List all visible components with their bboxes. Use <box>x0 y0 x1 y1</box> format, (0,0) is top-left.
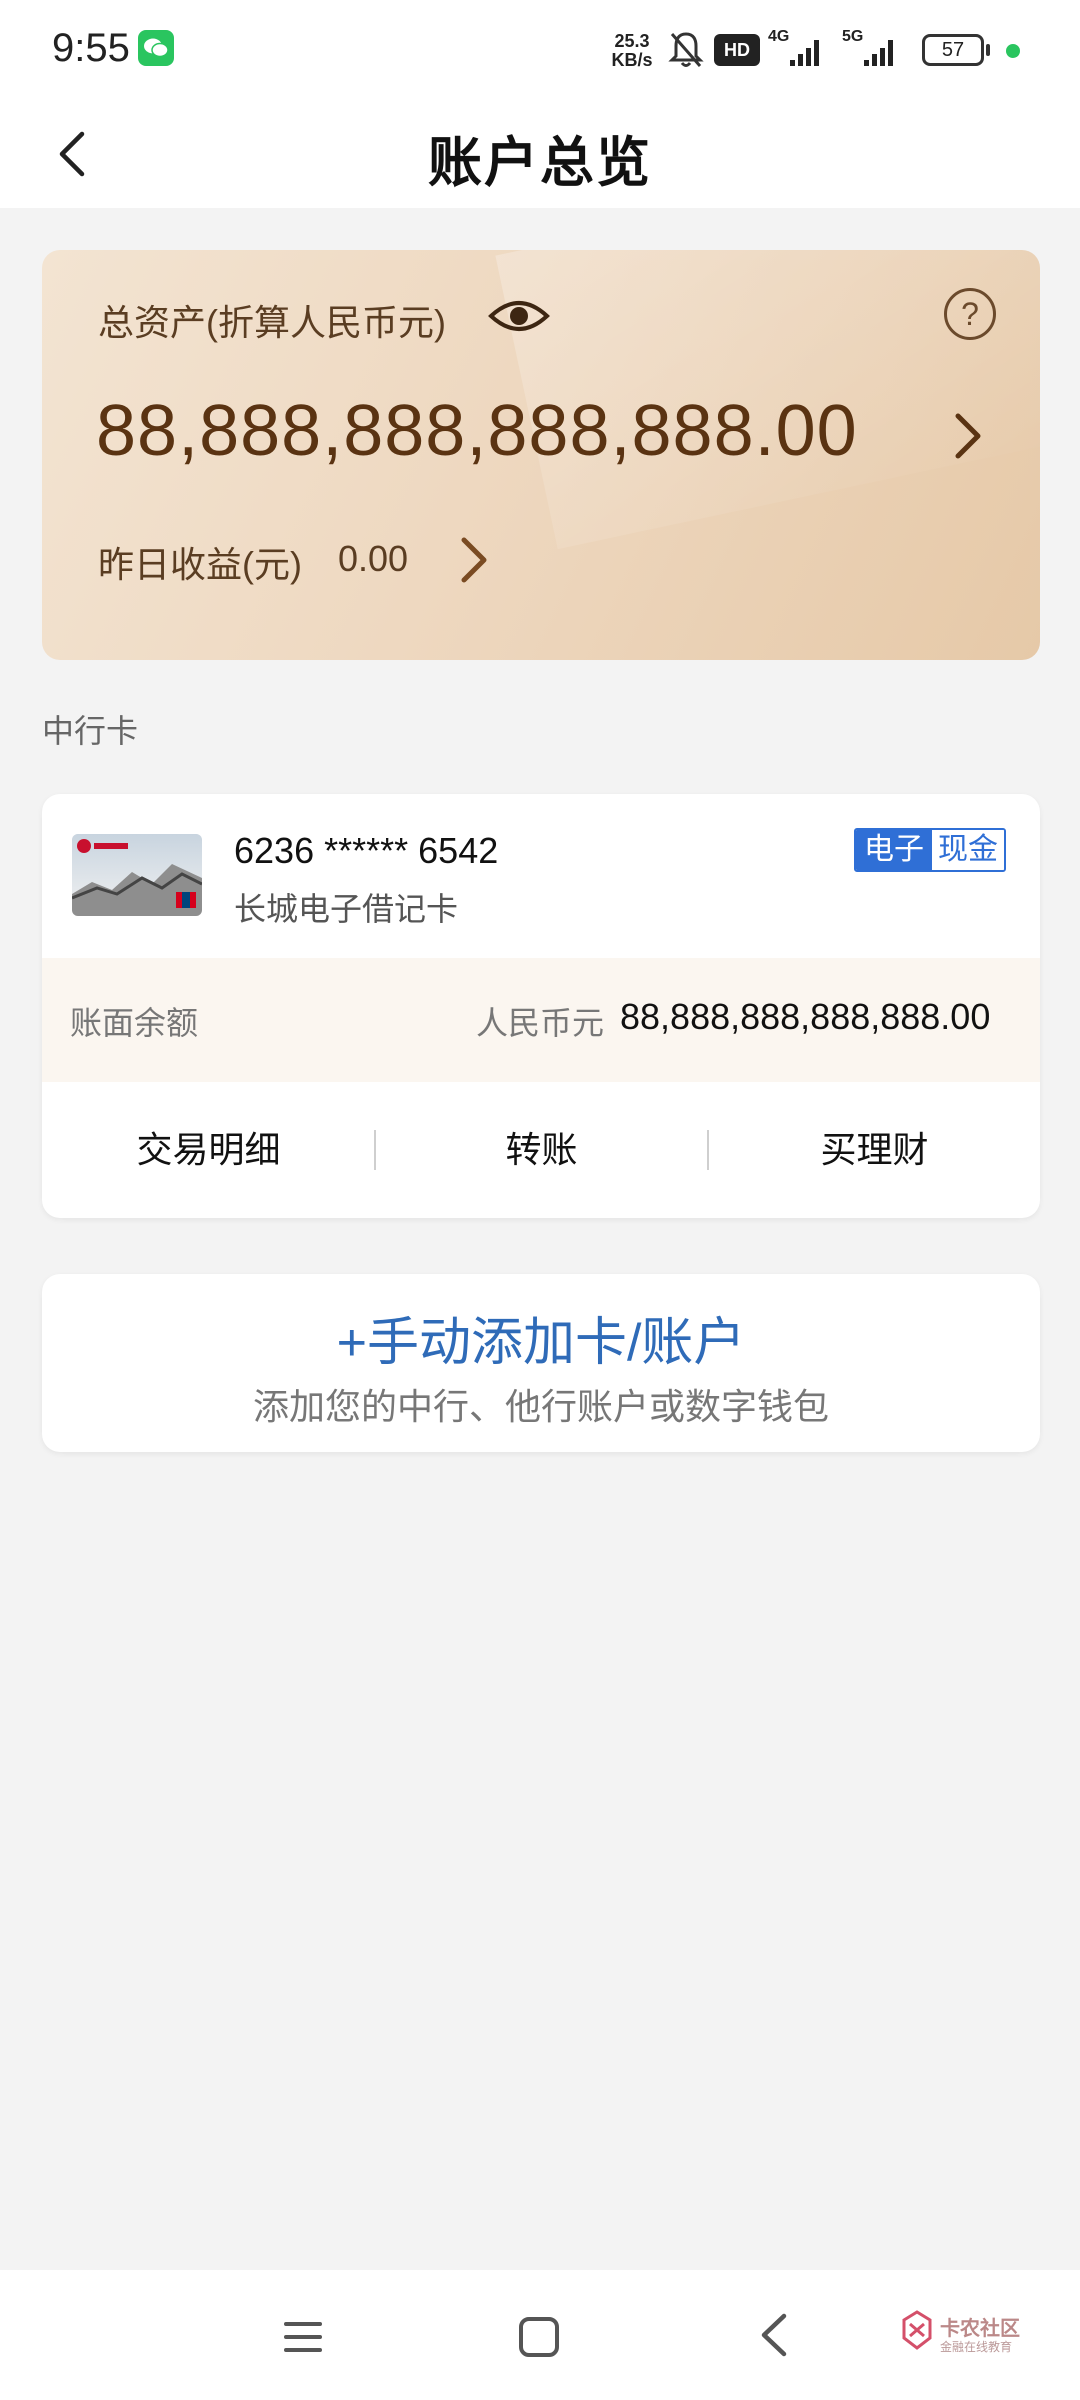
balance-currency: 人民币元 <box>476 1005 605 1041</box>
status-bar: 9:55 25.3 KB/s HD 4G 5G 57 <box>0 0 1080 100</box>
eye-icon[interactable] <box>488 294 550 343</box>
app-root: 9:55 25.3 KB/s HD 4G 5G 57 账户总览 总资产(折算人民… <box>0 0 1080 2400</box>
add-account-subtitle: 添加您的中行、他行账户或数字钱包 <box>252 1386 829 1427</box>
battery-icon: 57 <box>922 34 984 66</box>
income-chevron-right-icon[interactable] <box>456 532 492 593</box>
help-icon[interactable]: ? <box>944 288 996 340</box>
buy-wealth-management-button[interactable]: 买理财 <box>708 1082 1040 1218</box>
mute-icon <box>668 30 704 75</box>
watermark-icon <box>902 2310 932 2350</box>
total-assets-card[interactable]: 总资产(折算人民币元) ? 88,888,888,888,888.00 昨日收益… <box>42 250 1040 660</box>
menu-icon[interactable] <box>282 2316 324 2363</box>
total-assets-amount: 88,888,888,888,888.00 <box>96 391 858 471</box>
card-number: 6236 ****** 6542 <box>234 830 499 871</box>
home-icon[interactable] <box>516 2314 562 2365</box>
nav-back-icon[interactable] <box>754 2310 794 2365</box>
status-time: 9:55 <box>52 26 130 70</box>
signal-icon-4g: 4G <box>768 28 832 75</box>
add-account-card[interactable]: +手动添加卡/账户 添加您的中行、他行账户或数字钱包 <box>42 1274 1040 1452</box>
signal-5g-label: 5G <box>842 28 864 45</box>
header: 账户总览 <box>0 100 1080 208</box>
page-title: 账户总览 <box>428 133 652 193</box>
total-assets-label: 总资产(折算人民币元) <box>98 302 446 343</box>
add-account-title: +手动添加卡/账户 <box>336 1314 746 1372</box>
signal-icon-5g: 5G <box>842 28 906 75</box>
e-cash-badge-part2: 现金 <box>932 830 1004 870</box>
signal-4g-label: 4G <box>768 28 790 45</box>
card-actions: 交易明细 转账 买理财 <box>42 1082 1040 1218</box>
section-title: 中行卡 <box>42 713 139 749</box>
net-speed: 25.3 KB/s <box>606 32 658 70</box>
watermark-logo: 卡农社区 金融在线教育 <box>900 2306 1040 2362</box>
card-type: 长城电子借记卡 <box>234 891 459 927</box>
hd-badge: HD <box>714 34 760 66</box>
net-speed-value: 25.3 <box>614 31 650 51</box>
watermark-subtext: 金融在线教育 <box>940 2340 1013 2354</box>
battery-tip <box>986 44 990 56</box>
yesterday-income-label: 昨日收益(元) <box>98 544 302 585</box>
card-thumbnail <box>72 834 202 916</box>
net-speed-unit: KB/s <box>611 50 653 70</box>
watermark-text: 卡农社区 <box>940 2318 1020 2340</box>
yesterday-income-value: 0.00 <box>338 538 409 579</box>
balance-row: 账面余额 人民币元 88,888,888,888,888.00 <box>42 958 1040 1082</box>
wechat-icon <box>138 30 174 66</box>
bank-card[interactable]: 6236 ****** 6542 长城电子借记卡 电子 现金 账面余额 人民币元… <box>42 794 1040 1218</box>
balance-amount: 88,888,888,888,888.00 <box>620 996 991 1037</box>
privacy-indicator-dot <box>1006 44 1020 58</box>
transaction-details-button[interactable]: 交易明细 <box>42 1082 375 1218</box>
e-cash-badge: 电子 现金 <box>854 828 1006 872</box>
transfer-button[interactable]: 转账 <box>375 1082 708 1218</box>
chevron-right-icon[interactable] <box>950 408 986 469</box>
balance-label: 账面余额 <box>70 1005 199 1041</box>
system-nav-bar: 卡农社区 金融在线教育 <box>0 2270 1080 2400</box>
e-cash-badge-part1: 电子 <box>856 830 932 870</box>
